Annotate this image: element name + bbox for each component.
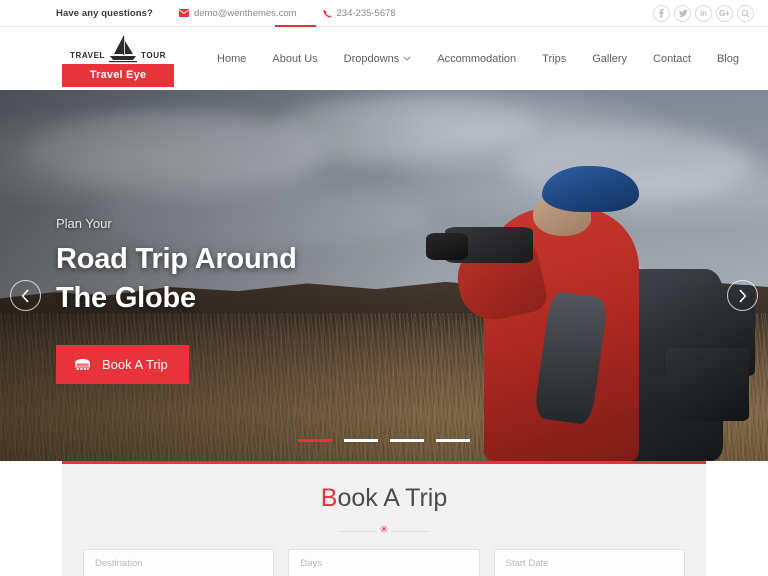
booking-title-initial: B <box>320 484 338 512</box>
days-input[interactable]: Days <box>288 549 480 576</box>
asterisk-icon: ✳ <box>376 525 392 536</box>
nav-label: Contact <box>653 52 691 65</box>
main-nav: Home About Us Dropdowns Accommodation Tr… <box>204 53 754 65</box>
twitter-icon[interactable] <box>674 4 691 22</box>
nav-item-dropdowns[interactable]: Dropdowns <box>331 53 425 65</box>
slider-pagination <box>0 439 768 442</box>
slider-next-button[interactable] <box>727 280 758 311</box>
logo-banner: Travel Eye <box>62 64 174 87</box>
section-divider: ✳ <box>339 525 429 536</box>
search-icon[interactable] <box>737 4 754 22</box>
book-a-trip-label: Book A Trip <box>102 357 168 373</box>
questions-label: Have any questions? <box>56 7 153 19</box>
slider-dot-4[interactable] <box>436 439 470 442</box>
page-root: Have any questions? demo@wenthemes.com 2… <box>0 0 768 576</box>
slider-dot-1[interactable] <box>298 439 332 442</box>
slider-prev-button[interactable] <box>10 280 41 311</box>
social-links: in G+ <box>653 4 754 22</box>
site-logo[interactable]: TRAVEL TOUR Travel Eye <box>62 33 174 87</box>
booking-panel: Book A Trip ✳ Destination Days Start Dat… <box>62 461 706 576</box>
top-bar-contact-group: Have any questions? demo@wenthemes.com 2… <box>56 8 396 19</box>
nav-item-contact[interactable]: Contact <box>640 53 704 65</box>
facebook-icon[interactable] <box>653 4 670 22</box>
nav-item-gallery[interactable]: Gallery <box>579 53 640 65</box>
book-a-trip-button[interactable]: Book A Trip <box>56 345 189 385</box>
hero-headline: Road Trip Around The Globe <box>56 240 297 317</box>
hero-eyebrow: Plan Your <box>56 216 112 231</box>
site-header: TRAVEL TOUR Travel Eye Home About Us Dro… <box>0 27 768 90</box>
bus-icon <box>74 358 91 371</box>
nav-label: Gallery <box>592 52 628 65</box>
email-link[interactable]: demo@wenthemes.com <box>178 7 297 19</box>
googleplus-icon[interactable]: G+ <box>716 4 733 22</box>
slider-dot-2[interactable] <box>344 439 378 442</box>
hero-headline-line-2: The Globe <box>56 281 196 314</box>
nav-item-about-us[interactable]: About Us <box>259 53 330 65</box>
hero-copy: Plan Your Road Trip Around The Globe Boo… <box>56 216 297 385</box>
booking-form: Destination Days Start Date <box>62 536 706 576</box>
slider-dot-3[interactable] <box>390 439 424 442</box>
logo-word-right: TOUR <box>141 51 166 60</box>
destination-input[interactable]: Destination <box>83 549 275 576</box>
booking-title-rest: ook A Trip <box>337 484 448 512</box>
phone-icon <box>323 9 332 18</box>
nav-label: Trips <box>542 52 567 65</box>
start-date-input[interactable]: Start Date <box>493 549 685 576</box>
nav-label: Blog <box>716 52 739 65</box>
nav-label: Home <box>217 52 247 65</box>
top-bar: Have any questions? demo@wenthemes.com 2… <box>0 0 768 27</box>
hero-headline-line-1: Road Trip Around <box>56 243 297 275</box>
nav-label: Dropdowns <box>343 52 400 65</box>
linkedin-icon[interactable]: in <box>695 4 712 22</box>
booking-title: Book A Trip <box>62 484 706 513</box>
nav-item-trips[interactable]: Trips <box>529 53 579 65</box>
chevron-down-icon <box>403 56 411 61</box>
nav-item-blog[interactable]: Blog <box>704 53 752 65</box>
nav-item-home[interactable]: Home <box>204 53 259 65</box>
nav-item-accommodation[interactable]: Accommodation <box>424 53 529 65</box>
sailboat-icon <box>108 35 138 63</box>
phone-text: 234-235-5678 <box>336 7 396 19</box>
nav-label: Accommodation <box>437 52 517 65</box>
phone-link[interactable]: 234-235-5678 <box>323 8 396 19</box>
envelope-icon <box>178 9 189 17</box>
hero-slider: Plan Your Road Trip Around The Globe Boo… <box>0 90 768 461</box>
logo-mark-row: TRAVEL TOUR <box>62 33 174 63</box>
email-text: demo@wenthemes.com <box>193 7 297 19</box>
nav-label: About Us <box>272 52 318 65</box>
logo-word-left: TRAVEL <box>70 51 106 60</box>
